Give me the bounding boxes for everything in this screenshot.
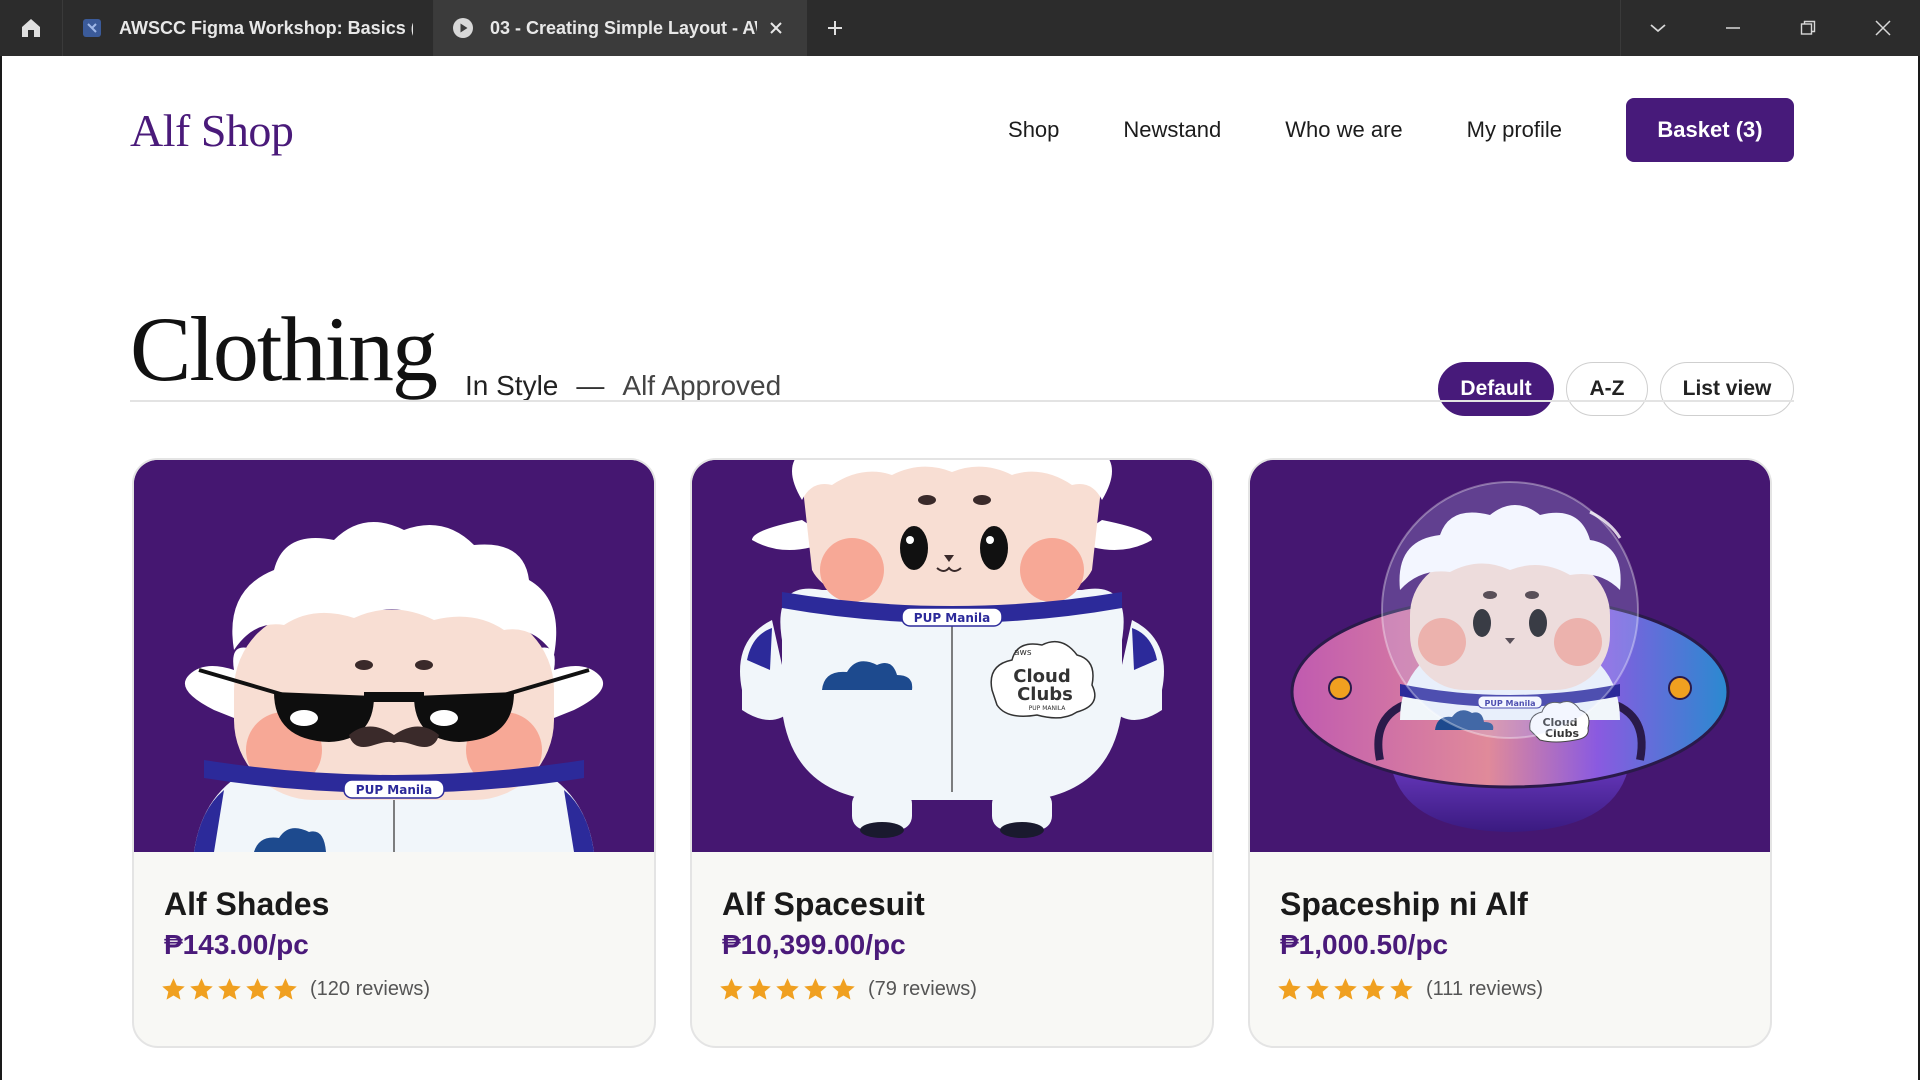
- star-rating: [160, 976, 300, 1003]
- product-rating: (79 reviews): [720, 976, 1182, 1003]
- subtitle-dash: —: [576, 370, 605, 401]
- nav-link-who-we-are[interactable]: Who we are: [1285, 117, 1402, 143]
- star-icon: [162, 978, 185, 1000]
- collar-text: PUP Manila: [356, 783, 432, 797]
- product-info: Alf Spacesuit ₱10,399.00/pc (79 reviews): [692, 852, 1212, 1046]
- subtitle-in-style: In Style: [465, 370, 559, 401]
- subtitle-alf-approved: Alf Approved: [622, 370, 782, 401]
- sort-filter-group: Default A-Z List view: [1426, 362, 1794, 416]
- minimize-icon: [1725, 27, 1740, 29]
- badge-clubs-text: Clubs: [1017, 684, 1073, 705]
- star-icon: [1362, 978, 1385, 1000]
- restore-button[interactable]: [1770, 0, 1845, 56]
- star-icon: [1306, 978, 1329, 1000]
- badge-pup-text: PUP MANILA: [1029, 705, 1067, 712]
- product-card[interactable]: PUP Manila aws Cloud Clubs PUP MANILA Al…: [690, 458, 1214, 1048]
- star-icon: [218, 978, 241, 1000]
- page-canvas: Alf Shop Shop Newstand Who we are My pro…: [0, 56, 1920, 1080]
- nav-link-my-profile[interactable]: My profile: [1467, 117, 1562, 143]
- product-info: Spaceship ni Alf ₱1,000.50/pc (111 revie…: [1250, 852, 1770, 1046]
- product-rating: (120 reviews): [162, 976, 624, 1003]
- page-subtitle: In Style — Alf Approved: [465, 370, 781, 402]
- play-icon: [452, 17, 474, 39]
- home-button[interactable]: [0, 0, 62, 56]
- minimize-button[interactable]: [1695, 0, 1770, 56]
- restore-icon: [1800, 20, 1815, 35]
- close-tab-icon[interactable]: [765, 17, 787, 39]
- star-rating: [1276, 976, 1416, 1003]
- filter-list-view-button[interactable]: List view: [1660, 362, 1794, 416]
- tab-list-button[interactable]: [1620, 0, 1695, 56]
- product-card[interactable]: PUP Manila Cloud Clubs Spaceship ni Alf …: [1248, 458, 1772, 1048]
- site-logo[interactable]: Alf Shop: [130, 104, 294, 157]
- chevron-down-icon: [1650, 24, 1666, 33]
- product-price: ₱10,399.00/pc: [722, 929, 906, 960]
- home-icon: [22, 19, 40, 37]
- star-icon: [720, 978, 743, 1000]
- nav-link-shop[interactable]: Shop: [1008, 117, 1059, 143]
- product-name[interactable]: Spaceship ni Alf: [1280, 884, 1740, 924]
- product-grid: PUP Manila Alf Shades ₱143.00/pc (120 re…: [132, 458, 1792, 1058]
- tab-title: AWSCC Figma Workshop: Basics (Co: [119, 17, 413, 38]
- star-icon: [1334, 978, 1357, 1000]
- close-window-button[interactable]: [1845, 0, 1920, 56]
- review-count[interactable]: (120 reviews): [310, 978, 430, 1001]
- product-rating: (111 reviews): [1278, 976, 1740, 1003]
- basket-button[interactable]: Basket (3): [1626, 98, 1794, 162]
- section-divider: [130, 400, 1794, 402]
- product-image-spaceship-ni-alf: PUP Manila Cloud Clubs: [1250, 460, 1770, 852]
- product-price: ₱143.00/pc: [164, 929, 309, 960]
- new-tab-button[interactable]: [807, 0, 863, 56]
- star-rating: [718, 976, 858, 1003]
- star-icon: [274, 978, 297, 1000]
- star-icon: [1278, 978, 1301, 1000]
- product-info: Alf Shades ₱143.00/pc (120 reviews): [134, 852, 654, 1046]
- product-image-alf-shades: PUP Manila: [134, 460, 654, 852]
- star-icon: [190, 978, 213, 1000]
- browser-titlebar: AWSCC Figma Workshop: Basics (Co 03 - Cr…: [0, 0, 1920, 56]
- star-icon: [246, 978, 269, 1000]
- star-icon: [804, 978, 827, 1000]
- product-name[interactable]: Alf Shades: [164, 884, 624, 924]
- star-icon: [776, 978, 799, 1000]
- site-header: Alf Shop Shop Newstand Who we are My pro…: [130, 98, 1794, 162]
- figma-file-icon: [81, 17, 103, 39]
- star-icon: [832, 978, 855, 1000]
- main-nav: Shop Newstand Who we are My profile Bask…: [944, 98, 1794, 162]
- product-image-alf-spacesuit: PUP Manila aws Cloud Clubs PUP MANILA: [692, 460, 1212, 852]
- tab-figma-workshop[interactable]: AWSCC Figma Workshop: Basics (Co: [62, 0, 434, 56]
- review-count[interactable]: (111 reviews): [1426, 978, 1543, 1001]
- plus-icon: [828, 21, 842, 35]
- product-name[interactable]: Alf Spacesuit: [722, 884, 1182, 924]
- close-icon: [1874, 20, 1891, 36]
- badge-aws-text: aws: [1014, 648, 1032, 658]
- star-icon: [748, 978, 771, 1000]
- nav-link-newstand[interactable]: Newstand: [1123, 117, 1221, 143]
- tab-creating-simple-layout[interactable]: 03 - Creating Simple Layout - AWS: [434, 0, 807, 56]
- star-icon: [1390, 978, 1413, 1000]
- tab-title: 03 - Creating Simple Layout - AWS: [490, 17, 757, 38]
- filter-default-button[interactable]: Default: [1438, 362, 1554, 416]
- product-card[interactable]: PUP Manila Alf Shades ₱143.00/pc (120 re…: [132, 458, 656, 1048]
- collar-text: PUP Manila: [914, 611, 990, 625]
- review-count[interactable]: (79 reviews): [868, 978, 977, 1001]
- filter-az-button[interactable]: A-Z: [1566, 362, 1648, 416]
- product-price: ₱1,000.50/pc: [1280, 929, 1449, 960]
